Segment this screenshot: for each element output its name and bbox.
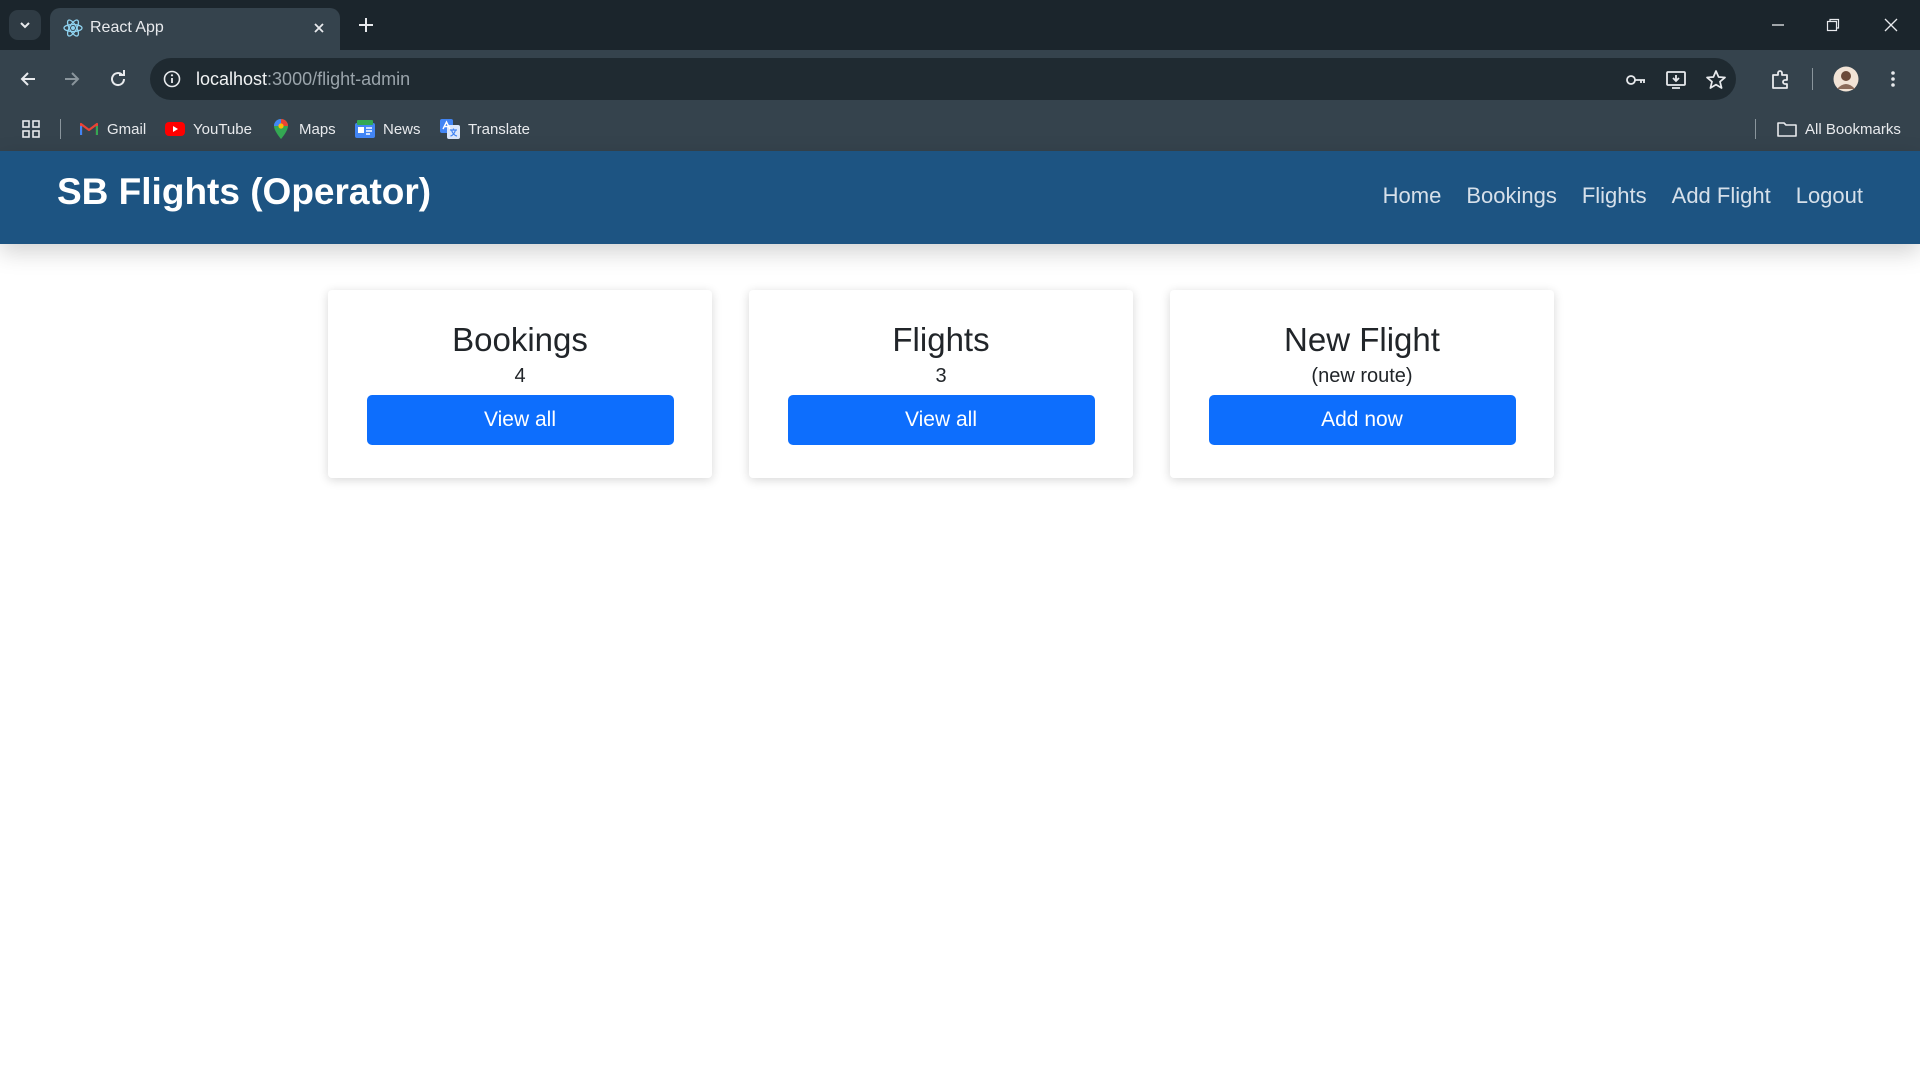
- bookmarks-bar: Gmail YouTube Maps News Translate All Bo…: [0, 107, 1920, 151]
- view-all-flights-button[interactable]: View all: [787, 395, 1095, 446]
- new-route-subtitle: (new route): [1311, 365, 1413, 388]
- react-icon: [62, 17, 84, 39]
- bookmark-maps[interactable]: Maps: [271, 117, 336, 141]
- tab-title: React App: [90, 19, 164, 36]
- translate-icon: [440, 119, 460, 139]
- nav-bookings[interactable]: Bookings: [1466, 183, 1557, 209]
- nav-add-flight[interactable]: Add Flight: [1672, 183, 1771, 209]
- url-text: localhost:3000/flight-admin: [196, 69, 410, 90]
- youtube-icon: [165, 119, 185, 139]
- all-bookmarks-button[interactable]: All Bookmarks: [1777, 117, 1901, 141]
- browser-tab[interactable]: React App: [50, 8, 340, 50]
- close-tab-icon[interactable]: [308, 17, 330, 39]
- flights-card: Flights 3 View all: [749, 290, 1133, 478]
- bookmark-label: Maps: [299, 120, 336, 138]
- new-tab-button[interactable]: [353, 12, 379, 38]
- browser-toolbar: localhost:3000/flight-admin: [0, 50, 1920, 107]
- app-header: SB Flights (Operator) Home Bookings Flig…: [0, 151, 1920, 244]
- close-window-icon[interactable]: [1878, 12, 1904, 38]
- bookmark-label: YouTube: [193, 120, 252, 138]
- site-info-icon[interactable]: [160, 67, 184, 91]
- bookmark-label: News: [383, 120, 421, 138]
- bookmark-divider: [1755, 119, 1756, 139]
- bookmark-translate[interactable]: Translate: [440, 117, 530, 141]
- new-flight-card: New Flight (new route) Add now: [1170, 290, 1554, 478]
- toolbar-divider: [1812, 68, 1813, 90]
- url-path: :3000/flight-admin: [267, 69, 411, 89]
- back-arrow-icon[interactable]: [13, 64, 43, 94]
- extensions-puzzle-icon[interactable]: [1766, 64, 1796, 94]
- bookmark-youtube[interactable]: YouTube: [165, 117, 252, 141]
- restore-icon[interactable]: [1820, 12, 1846, 38]
- bookmark-label: Gmail: [107, 120, 147, 138]
- news-icon: [355, 119, 375, 139]
- folder-icon: [1777, 119, 1797, 139]
- password-key-icon[interactable]: [1623, 67, 1649, 93]
- tab-search-button[interactable]: [9, 10, 41, 40]
- card-title: New Flight: [1284, 321, 1440, 358]
- url-host: localhost: [196, 69, 268, 89]
- bookings-card: Bookings 4 View all: [328, 290, 712, 478]
- main-nav: Home Bookings Flights Add Flight Logout: [1383, 183, 1863, 209]
- bookings-count: 4: [514, 365, 526, 388]
- view-all-bookings-button[interactable]: View all: [366, 395, 674, 446]
- nav-home[interactable]: Home: [1383, 183, 1442, 209]
- bookmark-label: Translate: [468, 120, 530, 138]
- gmail-icon: [79, 119, 99, 139]
- dashboard-cards: Bookings 4 View all Flights 3 View all N…: [328, 290, 1554, 478]
- bookmark-news[interactable]: News: [355, 117, 421, 141]
- reload-icon[interactable]: [103, 64, 133, 94]
- bookmark-star-icon[interactable]: [1703, 67, 1729, 93]
- apps-grid-icon[interactable]: [21, 117, 41, 141]
- address-bar[interactable]: localhost:3000/flight-admin: [150, 58, 1736, 100]
- bookmark-divider: [60, 119, 61, 139]
- browser-tab-bar: React App: [0, 0, 1920, 50]
- flights-count: 3: [935, 365, 947, 388]
- kebab-menu-icon[interactable]: [1878, 64, 1908, 94]
- maps-icon: [271, 119, 291, 139]
- forward-arrow-icon[interactable]: [57, 64, 87, 94]
- card-title: Flights: [892, 321, 990, 358]
- install-app-icon[interactable]: [1663, 67, 1689, 93]
- brand-title[interactable]: SB Flights (Operator): [57, 171, 431, 213]
- bookmark-gmail[interactable]: Gmail: [79, 117, 146, 141]
- minimize-icon[interactable]: [1765, 12, 1791, 38]
- chevron-down-icon: [20, 22, 30, 29]
- nav-flights[interactable]: Flights: [1582, 183, 1647, 209]
- card-title: Bookings: [452, 321, 588, 358]
- plus-icon: [359, 18, 373, 32]
- nav-logout[interactable]: Logout: [1796, 183, 1863, 209]
- all-bookmarks-label: All Bookmarks: [1805, 120, 1901, 138]
- add-now-button[interactable]: Add now: [1208, 395, 1516, 446]
- profile-avatar[interactable]: [1831, 64, 1861, 94]
